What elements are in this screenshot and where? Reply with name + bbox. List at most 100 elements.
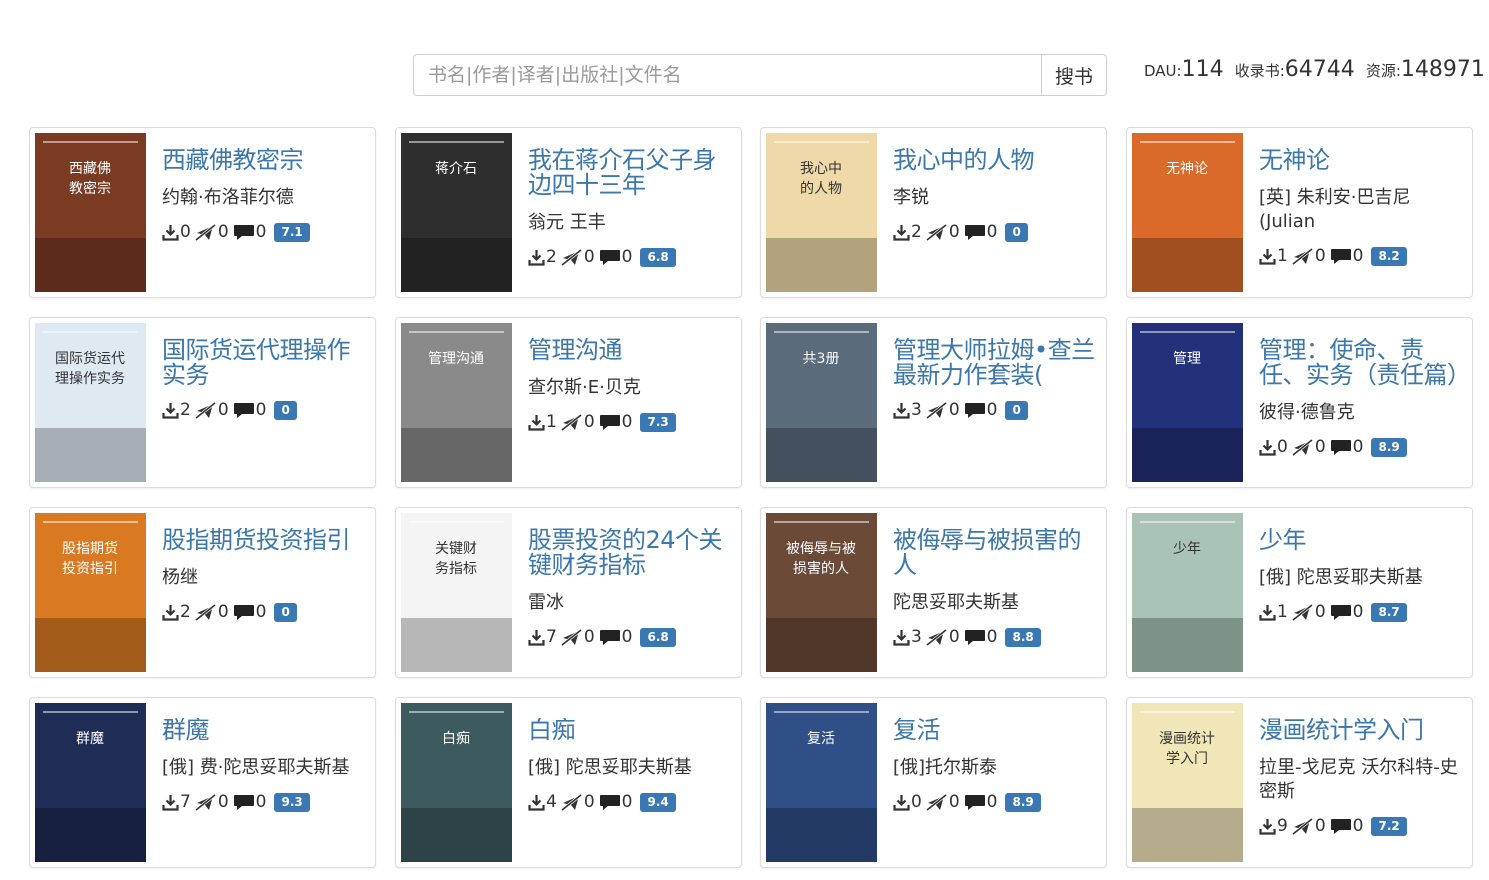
book-title-link[interactable]: 被侮辱与被损害的人 <box>893 528 1099 578</box>
book-author[interactable]: [俄] 陀思妥耶夫斯基 <box>1259 566 1465 590</box>
cover-title-text: 少年 <box>1173 541 1201 557</box>
book-title-link[interactable]: 国际货运代理操作实务 <box>162 338 368 388</box>
book-author[interactable]: 拉里-戈尼克 沃尔科特-史密斯 <box>1259 756 1465 804</box>
book-title-link[interactable]: 复活 <box>893 718 1099 743</box>
book-author[interactable]: 约翰·布洛菲尔德 <box>162 186 368 210</box>
cover-title-text: 损害的人 <box>793 561 849 577</box>
book-title-link[interactable]: 白痴 <box>528 718 734 743</box>
cover-title-text: 教密宗 <box>69 180 111 197</box>
book-title-link[interactable]: 管理沟通 <box>528 338 734 363</box>
share-off-icon <box>925 793 948 811</box>
book-title-link[interactable]: 群魔 <box>162 718 368 743</box>
book-author[interactable]: 杨继 <box>162 566 368 590</box>
book-meta: 0 0 0 7.1 <box>162 221 368 243</box>
book-cover[interactable]: 无神论 <box>1132 133 1243 292</box>
book-card: 管理 管理：使命、责任、实务（责任篇） 彼得·德鲁克 0 0 0 8.9 <box>1126 317 1473 488</box>
book-author[interactable]: [俄]托尔斯泰 <box>893 756 1099 780</box>
book-title-link[interactable]: 漫画统计学入门 <box>1259 718 1465 743</box>
book-meta: 2 0 0 0 <box>893 221 1099 243</box>
book-author[interactable]: 翁元 王丰 <box>528 211 734 235</box>
download-count: 3 <box>911 400 922 420</box>
comment-count: 0 <box>986 400 998 420</box>
comment-count: 0 <box>621 627 633 647</box>
comment-icon <box>233 402 255 419</box>
book-author[interactable]: [俄] 费·陀思妥耶夫斯基 <box>162 756 368 780</box>
share-off-icon <box>925 223 948 241</box>
book-author[interactable]: [俄] 陀思妥耶夫斯基 <box>528 756 734 780</box>
book-title-link[interactable]: 管理大师拉姆•查兰最新力作套装( <box>893 338 1099 388</box>
share-off-icon <box>560 628 583 646</box>
book-title-link[interactable]: 我在蒋介石父子身边四十三年 <box>528 148 734 198</box>
book-cover[interactable]: 西藏佛 教密宗 <box>35 133 146 292</box>
book-title-link[interactable]: 西藏佛教密宗 <box>162 148 368 173</box>
book-title-link[interactable]: 无神论 <box>1259 148 1465 173</box>
rating-badge: 9.3 <box>274 792 310 812</box>
cover-title-text: 群魔 <box>76 731 104 747</box>
rating-badge: 8.2 <box>1371 246 1407 266</box>
book-cover[interactable]: 股指期货 投资指引 <box>35 513 146 672</box>
comment-icon <box>1330 248 1352 265</box>
search-input[interactable] <box>413 54 1042 96</box>
cover-title-text: 管理 <box>1173 351 1201 367</box>
book-meta: 0 0 0 8.9 <box>1259 436 1465 458</box>
book-title-link[interactable]: 少年 <box>1259 528 1465 553</box>
book-cover[interactable]: 被侮辱与被 损害的人 <box>766 513 877 672</box>
book-cover[interactable]: 漫画统计 学入门 <box>1132 703 1243 862</box>
comment-count: 0 <box>255 222 267 242</box>
book-info: 管理沟通 查尔斯·E·贝克 1 0 0 7.3 <box>528 338 734 433</box>
book-info: 我心中的人物 李锐 2 0 0 0 <box>893 148 1099 243</box>
book-title-link[interactable]: 我心中的人物 <box>893 148 1099 173</box>
book-info: 股指期货投资指引 杨继 2 0 0 0 <box>162 528 368 623</box>
share-off-icon <box>560 793 583 811</box>
rating-badge: 7.1 <box>274 222 310 242</box>
book-author[interactable]: [英] 朱利安·巴吉尼 (Julian <box>1259 186 1465 234</box>
share-off-icon <box>194 603 217 621</box>
resources-value: 148971 <box>1400 57 1485 82</box>
book-title-link[interactable]: 管理：使命、责任、实务（责任篇） <box>1259 338 1465 388</box>
book-author[interactable]: 彼得·德鲁克 <box>1259 401 1465 425</box>
share-count: 0 <box>217 792 229 812</box>
rating-badge: 0 <box>274 400 297 420</box>
book-author[interactable]: 陀思妥耶夫斯基 <box>893 591 1099 615</box>
comment-icon <box>1330 818 1352 835</box>
book-title-link[interactable]: 股指期货投资指引 <box>162 528 368 553</box>
search-button[interactable]: 搜书 <box>1041 54 1107 96</box>
book-info: 西藏佛教密宗 约翰·布洛菲尔德 0 0 0 7.1 <box>162 148 368 243</box>
book-cover[interactable]: 国际货运代 理操作实务 <box>35 323 146 482</box>
books-count-value: 64744 <box>1284 57 1355 82</box>
book-cover[interactable]: 关键财 务指标 <box>401 513 512 672</box>
book-author[interactable]: 雷冰 <box>528 591 734 615</box>
book-meta: 3 0 0 0 <box>893 399 1099 421</box>
share-off-icon <box>194 401 217 419</box>
book-author[interactable]: 李锐 <box>893 186 1099 210</box>
book-cover[interactable]: 白痴 <box>401 703 512 862</box>
cover-title-text: 蒋介石 <box>435 161 477 177</box>
book-cover[interactable]: 群魔 <box>35 703 146 862</box>
download-icon <box>1259 439 1276 456</box>
rating-badge: 8.7 <box>1371 602 1407 622</box>
cover-title-text: 的人物 <box>800 181 842 197</box>
book-info: 复活 [俄]托尔斯泰 0 0 0 8.9 <box>893 718 1099 813</box>
share-count: 0 <box>1314 246 1326 266</box>
search-group: 搜书 <box>413 54 1107 96</box>
book-card: 关键财 务指标 股票投资的24个关键财务指标 雷冰 7 0 0 6.8 <box>395 507 742 678</box>
book-cover[interactable]: 复活 <box>766 703 877 862</box>
cover-title-text: 复活 <box>807 730 835 747</box>
book-info: 被侮辱与被损害的人 陀思妥耶夫斯基 3 0 0 8.8 <box>893 528 1099 648</box>
book-cover[interactable]: 蒋介石 <box>401 133 512 292</box>
book-card: 白痴 白痴 [俄] 陀思妥耶夫斯基 4 0 0 9.4 <box>395 697 742 868</box>
book-cover[interactable]: 我心中 的人物 <box>766 133 877 292</box>
book-cover[interactable]: 共3册 <box>766 323 877 482</box>
cover-title-text: 我心中 <box>800 161 842 177</box>
comment-count: 0 <box>986 627 998 647</box>
book-author[interactable]: 查尔斯·E·贝克 <box>528 376 734 400</box>
book-cover[interactable]: 少年 <box>1132 513 1243 672</box>
book-title-link[interactable]: 股票投资的24个关键财务指标 <box>528 528 734 578</box>
comment-count: 0 <box>1352 246 1364 266</box>
comment-icon <box>964 402 986 419</box>
book-info: 群魔 [俄] 费·陀思妥耶夫斯基 7 0 0 9.3 <box>162 718 368 813</box>
book-cover[interactable]: 管理 <box>1132 323 1243 482</box>
rating-badge: 7.3 <box>640 412 676 432</box>
book-info: 股票投资的24个关键财务指标 雷冰 7 0 0 6.8 <box>528 528 734 648</box>
book-cover[interactable]: 管理沟通 <box>401 323 512 482</box>
